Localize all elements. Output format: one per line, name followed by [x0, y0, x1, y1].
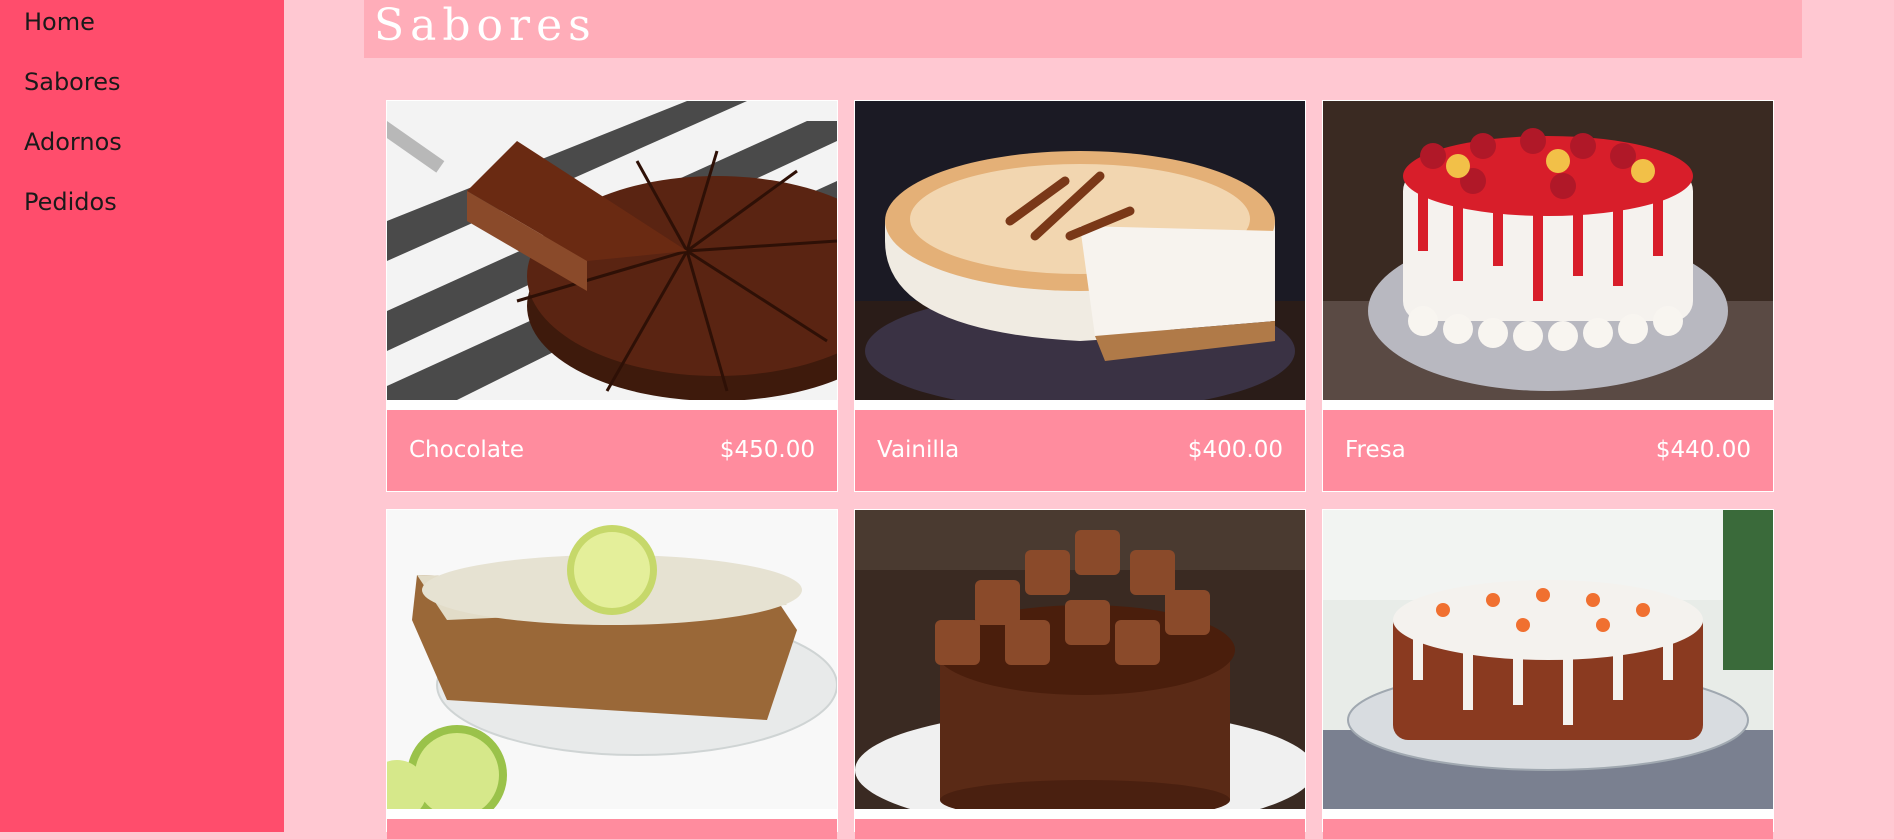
sidebar: Home Sabores Adornos Pedidos — [0, 0, 284, 832]
carrot-cake-image — [1323, 510, 1773, 809]
product-name: Chocolate — [409, 437, 525, 463]
sidebar-item-sabores[interactable]: Sabores — [24, 68, 120, 96]
page-header: Sabores — [364, 0, 1802, 58]
chocolate-cake-image — [387, 101, 837, 400]
product-price: $440.00 — [1655, 437, 1751, 463]
chocolate-bar-cake-image — [855, 510, 1305, 809]
product-name: Vainilla — [877, 437, 960, 463]
product-name: Fresa — [1345, 437, 1406, 463]
product-card-4[interactable] — [386, 509, 838, 839]
card-info-bar: Chocolate $450.00 — [387, 410, 837, 491]
card-info-bar — [855, 819, 1305, 839]
vanilla-cake-image — [855, 101, 1305, 400]
product-price: $400.00 — [1187, 437, 1283, 463]
product-card-fresa[interactable]: Fresa $440.00 — [1322, 100, 1774, 492]
sidebar-item-adornos[interactable]: Adornos — [24, 128, 122, 156]
sidebar-item-home[interactable]: Home — [24, 8, 95, 36]
card-info-bar — [1323, 819, 1773, 839]
product-card-6[interactable] — [1322, 509, 1774, 839]
card-info-bar: Vainilla $400.00 — [855, 410, 1305, 491]
page-title: Sabores — [374, 0, 597, 51]
strawberry-cake-image — [1323, 101, 1773, 400]
lemon-cake-image — [387, 510, 837, 809]
product-price: $450.00 — [719, 437, 815, 463]
product-card-5[interactable] — [854, 509, 1306, 839]
card-info-bar: Fresa $440.00 — [1323, 410, 1773, 491]
product-card-chocolate[interactable]: Chocolate $450.00 — [386, 100, 838, 492]
product-card-vainilla[interactable]: Vainilla $400.00 — [854, 100, 1306, 492]
sidebar-item-pedidos[interactable]: Pedidos — [24, 188, 117, 216]
card-info-bar — [387, 819, 837, 839]
